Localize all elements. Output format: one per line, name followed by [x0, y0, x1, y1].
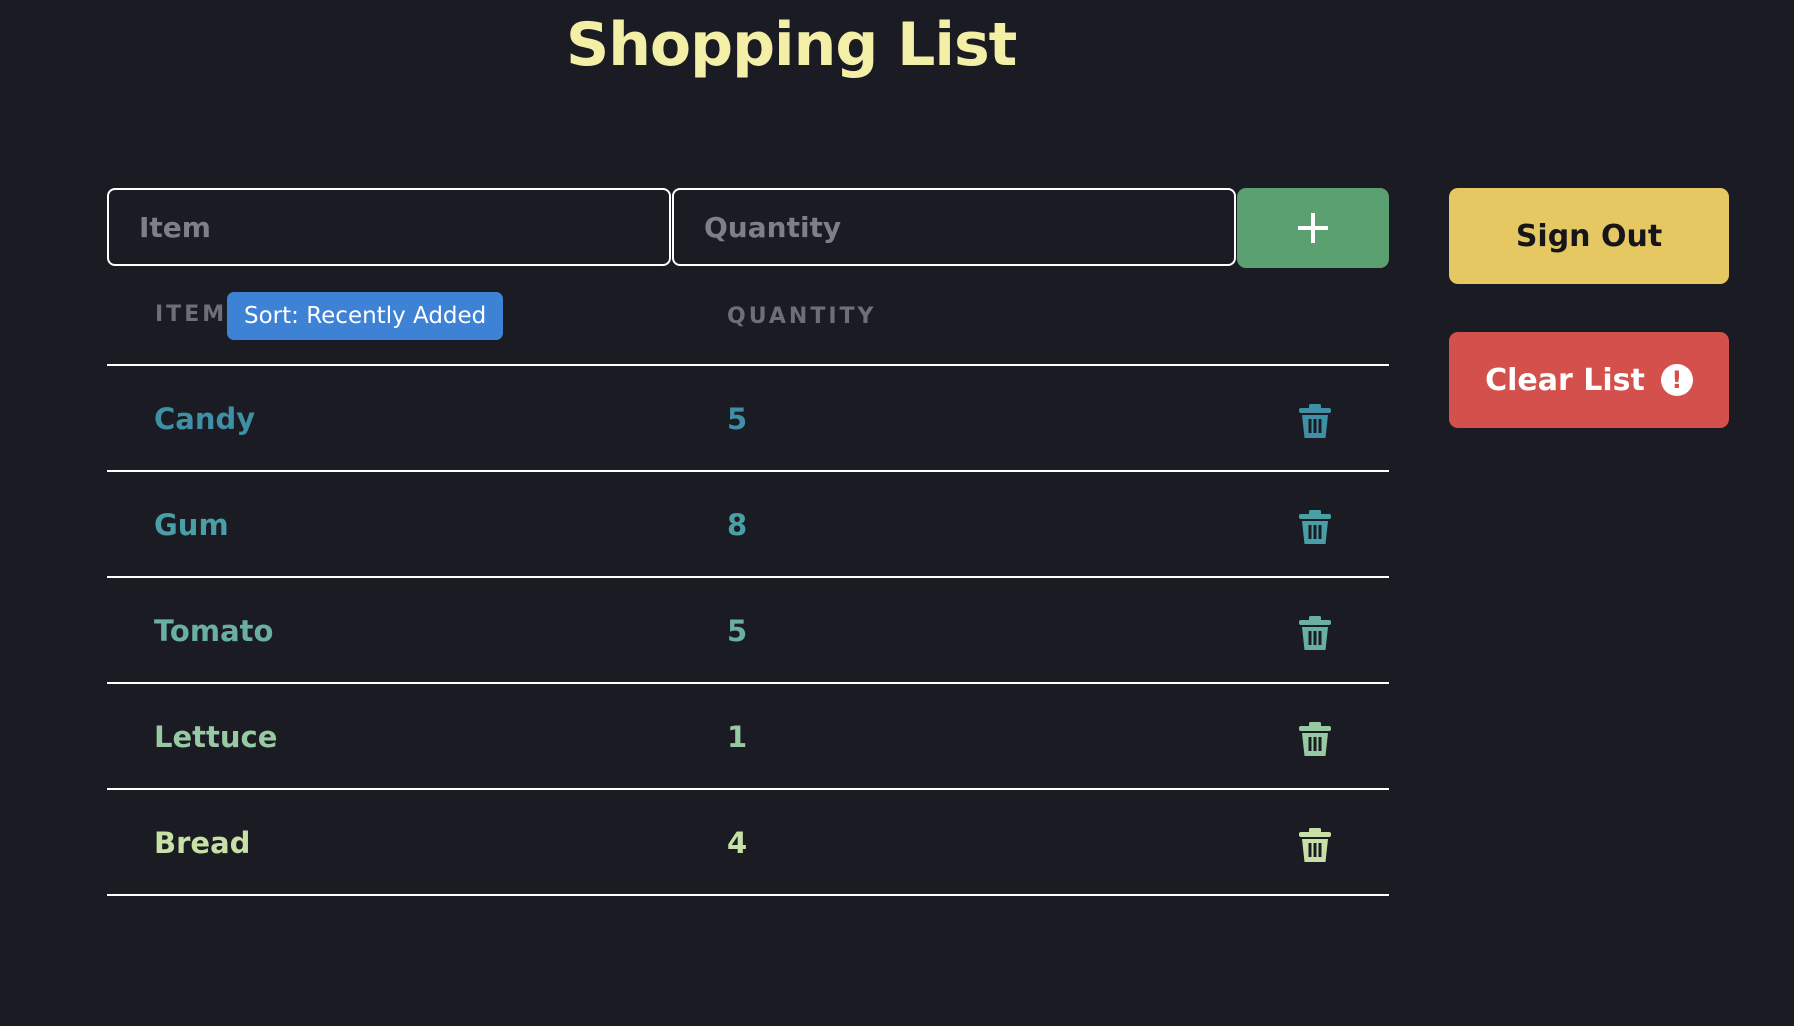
list-item: Lettuce 1: [107, 684, 1389, 790]
trash-icon[interactable]: [1299, 616, 1331, 650]
item-name: Bread: [154, 826, 251, 860]
item-quantity: 8: [727, 508, 748, 542]
list-item: Tomato 5: [107, 578, 1389, 684]
add-item-button[interactable]: [1237, 188, 1389, 268]
shopping-list: Candy 5 Gum 8 Tomato 5 Lettuce 1 Bread 4: [107, 364, 1389, 896]
trash-icon[interactable]: [1299, 510, 1331, 544]
trash-icon[interactable]: [1299, 404, 1331, 438]
list-item: Gum 8: [107, 472, 1389, 578]
item-name: Tomato: [154, 614, 274, 648]
plus-icon: [1298, 213, 1328, 243]
trash-icon[interactable]: [1299, 828, 1331, 862]
quantity-input[interactable]: [672, 188, 1236, 266]
item-quantity: 5: [727, 402, 748, 436]
list-item: Bread 4: [107, 790, 1389, 896]
item-quantity: 1: [727, 720, 748, 754]
item-quantity: 4: [727, 826, 748, 860]
sign-out-button[interactable]: Sign Out: [1449, 188, 1729, 284]
sort-button[interactable]: Sort: Recently Added: [227, 292, 504, 340]
trash-icon[interactable]: [1299, 722, 1331, 756]
item-column-header: ITEM: [155, 302, 228, 327]
clear-list-button[interactable]: Clear List !: [1449, 332, 1729, 428]
item-input[interactable]: [107, 188, 671, 266]
item-name: Gum: [154, 508, 229, 542]
item-quantity: 5: [727, 614, 748, 648]
quantity-column-header: QUANTITY: [727, 304, 877, 329]
page: Shopping List Sign Out Clear List ! ITEM…: [0, 0, 1794, 1026]
item-name: Lettuce: [154, 720, 278, 754]
alert-icon: !: [1660, 364, 1693, 396]
item-name: Candy: [154, 402, 256, 436]
list-item: Candy 5: [107, 366, 1389, 472]
clear-list-label: Clear List: [1485, 362, 1645, 398]
page-title: Shopping List: [566, 10, 1017, 80]
sign-out-label: Sign Out: [1515, 218, 1663, 254]
